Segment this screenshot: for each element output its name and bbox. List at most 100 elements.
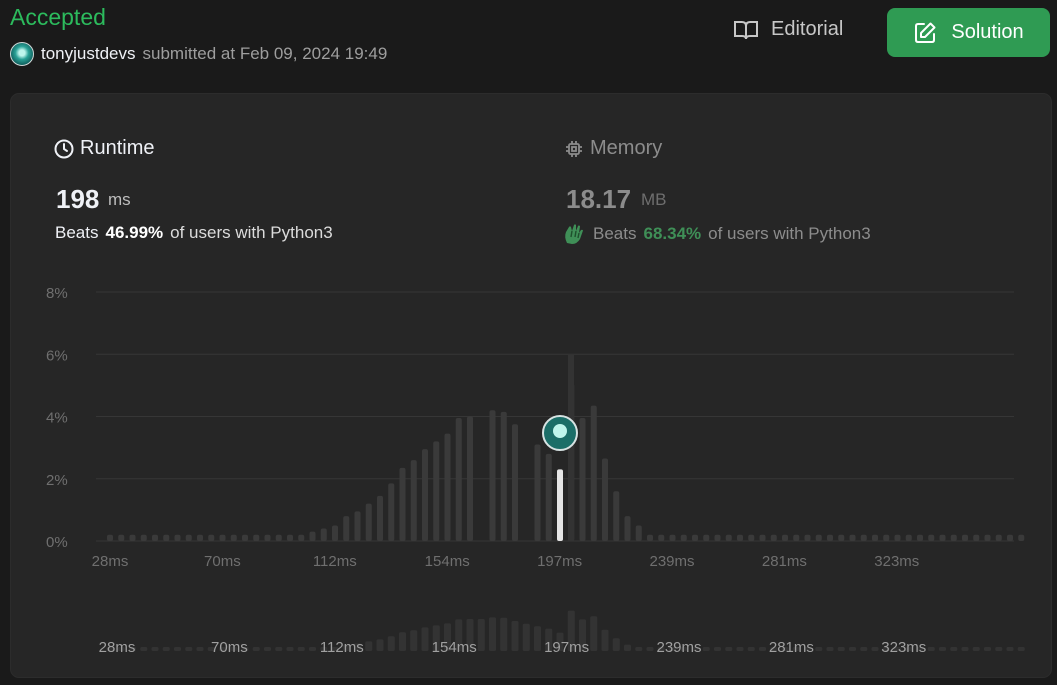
chart-bar [107, 534, 113, 541]
overview-bar [399, 632, 406, 651]
y-tick-label: 2% [46, 472, 68, 489]
user-avatar-marker-inner [553, 424, 567, 438]
chart-bar [602, 458, 608, 541]
overview-bar [275, 647, 283, 651]
chart-bar [872, 534, 878, 541]
overview-bar [196, 647, 204, 651]
chart-bar [545, 453, 552, 541]
chart-bar [118, 534, 125, 541]
x-tick-label: 28ms [92, 553, 129, 570]
chart-bar [737, 534, 743, 541]
overview-bar [421, 627, 429, 651]
overview-bar [534, 626, 541, 651]
overview-bar [939, 647, 946, 651]
chart-bar [669, 534, 676, 541]
overview-bar [747, 647, 755, 651]
chart-bar [725, 534, 732, 541]
chart-bar [365, 503, 372, 541]
overview-bar [612, 638, 620, 651]
overview-bar [252, 647, 260, 651]
chart-bar [860, 534, 867, 541]
y-tick-label: 0% [46, 534, 68, 551]
overview-bar [860, 647, 868, 651]
y-tick-label: 6% [46, 347, 68, 364]
chart-bar [703, 534, 710, 541]
overview-bar [151, 647, 159, 651]
chart-bar [253, 534, 260, 541]
overview-bar [837, 647, 845, 651]
chart-bar [455, 418, 462, 541]
chart-bar [759, 534, 766, 541]
chart-bar [264, 534, 271, 541]
overview-bar [376, 639, 384, 651]
runtime-distribution-chart[interactable]: 8% 6% 4% 2% 0% 28ms 70ms 112ms 154ms 197ms 239ms 28… [0, 0, 1057, 685]
overview-bar [511, 621, 519, 651]
overview-bar [1017, 647, 1025, 651]
overview-bar [849, 647, 856, 651]
chart-bar [905, 534, 912, 541]
chart-bar [793, 534, 800, 541]
chart-bar [275, 534, 282, 541]
chart-bar [827, 534, 833, 541]
overview-x-tick-label: 28ms [99, 639, 136, 656]
x-tick-label: 197ms [537, 553, 582, 570]
overview-bar [140, 647, 148, 651]
chart-bar [388, 483, 395, 541]
overview-bar [477, 619, 485, 651]
chart-bar [185, 534, 192, 541]
x-tick-label: 281ms [762, 553, 807, 570]
overview-bar [972, 647, 980, 651]
overview-x-tick-label: 197ms [544, 639, 589, 656]
chart-bar [320, 528, 327, 541]
chart-bar [973, 534, 980, 541]
y-tick-label: 8% [46, 285, 68, 302]
chart-bar [354, 511, 361, 541]
chart-bar [433, 441, 440, 541]
chart-bar [287, 534, 293, 541]
overview-x-tick-label: 70ms [211, 639, 248, 656]
chart-bar [377, 495, 383, 541]
chart-bar [984, 534, 991, 541]
overview-x-tick-label: 239ms [656, 639, 701, 656]
chart-bar [613, 491, 620, 541]
chart-bar [962, 534, 968, 541]
chart-bar [838, 534, 845, 541]
chart-bar [242, 534, 248, 541]
overview-bar [995, 647, 1003, 651]
overview-bar [826, 647, 834, 651]
chart-bar [152, 534, 158, 541]
overview-bar [702, 647, 710, 651]
overview-bar [950, 647, 958, 651]
overview-bar [309, 647, 316, 651]
chart-bar [770, 534, 777, 541]
chart-bar [782, 534, 788, 541]
overview-bar [174, 647, 181, 651]
chart-bar [939, 534, 946, 541]
overview-bar [714, 647, 721, 651]
chart-bar [995, 534, 1002, 541]
overview-x-tick-label: 323ms [881, 639, 926, 656]
overview-bar [489, 617, 496, 651]
chart-bar [950, 534, 957, 541]
overview-bar [500, 617, 508, 651]
chart-bar [500, 411, 507, 541]
chart-bar [579, 418, 586, 541]
overview-bar [927, 647, 935, 651]
x-tick-label: 323ms [874, 553, 919, 570]
y-tick-label: 4% [46, 410, 68, 427]
chart-bar [163, 534, 170, 541]
chart-bar [489, 410, 496, 541]
x-tick-label: 239ms [649, 553, 694, 570]
chart-bar [422, 449, 428, 541]
chart-bar [815, 534, 822, 541]
chart-bar [680, 534, 687, 541]
chart-bar [512, 424, 518, 541]
chart-bar [647, 534, 653, 541]
overview-bar [635, 647, 643, 651]
chart-bar [399, 467, 406, 541]
chart-bar [444, 433, 451, 541]
chart-bar [298, 534, 305, 541]
chart-bar [309, 531, 316, 541]
overview-bar [736, 647, 744, 651]
overview-x-tick-label: 154ms [432, 639, 477, 656]
